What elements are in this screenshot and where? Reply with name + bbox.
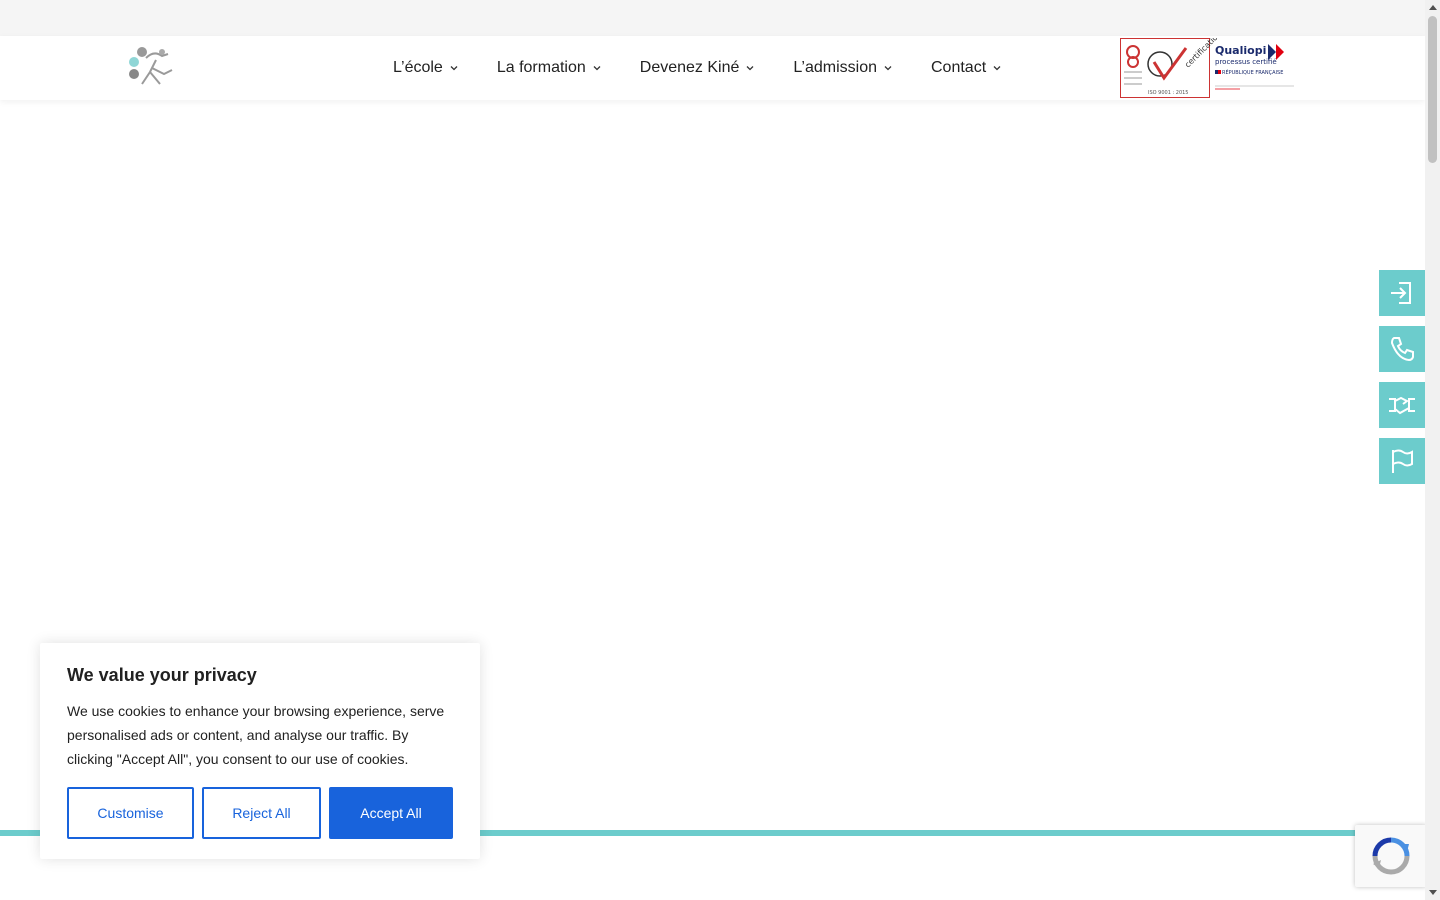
nav-item-label: Devenez Kiné — [639, 59, 740, 76]
certification-logos[interactable]: certification ISO 9001 : 2015 Qualiopi p… — [1120, 29, 1296, 98]
svg-text:ISO 9001 : 2015: ISO 9001 : 2015 — [1148, 90, 1189, 96]
nav-item-label: Contact — [931, 59, 987, 76]
nav-item-devenez-kine[interactable]: Devenez Kiné — [640, 59, 756, 77]
accept-all-button[interactable]: Accept All — [329, 787, 453, 839]
recaptcha-icon — [1372, 837, 1410, 875]
customise-button[interactable]: Customise — [67, 787, 194, 839]
scroll-up-button[interactable] — [1425, 0, 1440, 14]
top-bar — [0, 0, 1425, 36]
login-button[interactable] — [1379, 270, 1425, 316]
chevron-down-icon — [993, 66, 1001, 71]
cookie-consent-banner: We value your privacy We use cookies to … — [40, 643, 480, 859]
scrollbar-thumb[interactable] — [1428, 16, 1437, 163]
scroll-down-arrow-icon — [1428, 890, 1437, 895]
certification-badges-icon: certification ISO 9001 : 2015 Qualiopi p… — [1120, 29, 1294, 98]
site-header: L’école La formation Devenez Kiné L’admi… — [0, 29, 1425, 100]
flag-icon — [1392, 449, 1413, 473]
chevron-down-icon — [450, 66, 458, 71]
nav-item-ecole[interactable]: L’école — [393, 59, 459, 77]
recaptcha-badge[interactable] — [1355, 825, 1427, 887]
phone-button[interactable] — [1379, 326, 1425, 372]
qualiopi-country: RÉPUBLIQUE FRANÇAISE — [1222, 68, 1283, 76]
partnership-button[interactable] — [1379, 382, 1425, 428]
nav-item-contact[interactable]: Contact — [931, 59, 1002, 77]
side-action-bar — [1379, 270, 1425, 494]
nav-item-admission[interactable]: L’admission — [793, 59, 893, 77]
chevron-down-icon — [884, 66, 892, 71]
page-scrollbar[interactable] — [1425, 0, 1440, 900]
login-icon — [1391, 282, 1411, 304]
nav-item-label: La formation — [496, 59, 586, 76]
qualiopi-subtitle: processus certifié — [1215, 58, 1277, 66]
cookie-description: We use cookies to enhance your browsing … — [67, 703, 445, 767]
scroll-up-arrow-icon — [1428, 5, 1437, 10]
qualiopi-title: Qualiopi — [1215, 44, 1266, 57]
runner-logo-icon — [129, 47, 173, 85]
handshake-icon — [1389, 396, 1415, 415]
chevron-down-icon — [593, 66, 601, 71]
flag-button[interactable] — [1379, 438, 1425, 484]
reject-all-button[interactable]: Reject All — [202, 787, 321, 839]
site-logo[interactable] — [126, 44, 180, 92]
nav-item-label: L’admission — [793, 59, 877, 76]
chevron-down-icon — [746, 66, 754, 71]
main-nav: L’école La formation Devenez Kiné L’admi… — [393, 36, 1040, 100]
phone-icon — [1390, 337, 1414, 362]
cookie-title: We value your privacy — [67, 665, 257, 685]
nav-item-label: L’école — [393, 59, 443, 76]
nav-item-formation[interactable]: La formation — [497, 59, 602, 77]
scroll-down-button[interactable] — [1425, 886, 1440, 900]
